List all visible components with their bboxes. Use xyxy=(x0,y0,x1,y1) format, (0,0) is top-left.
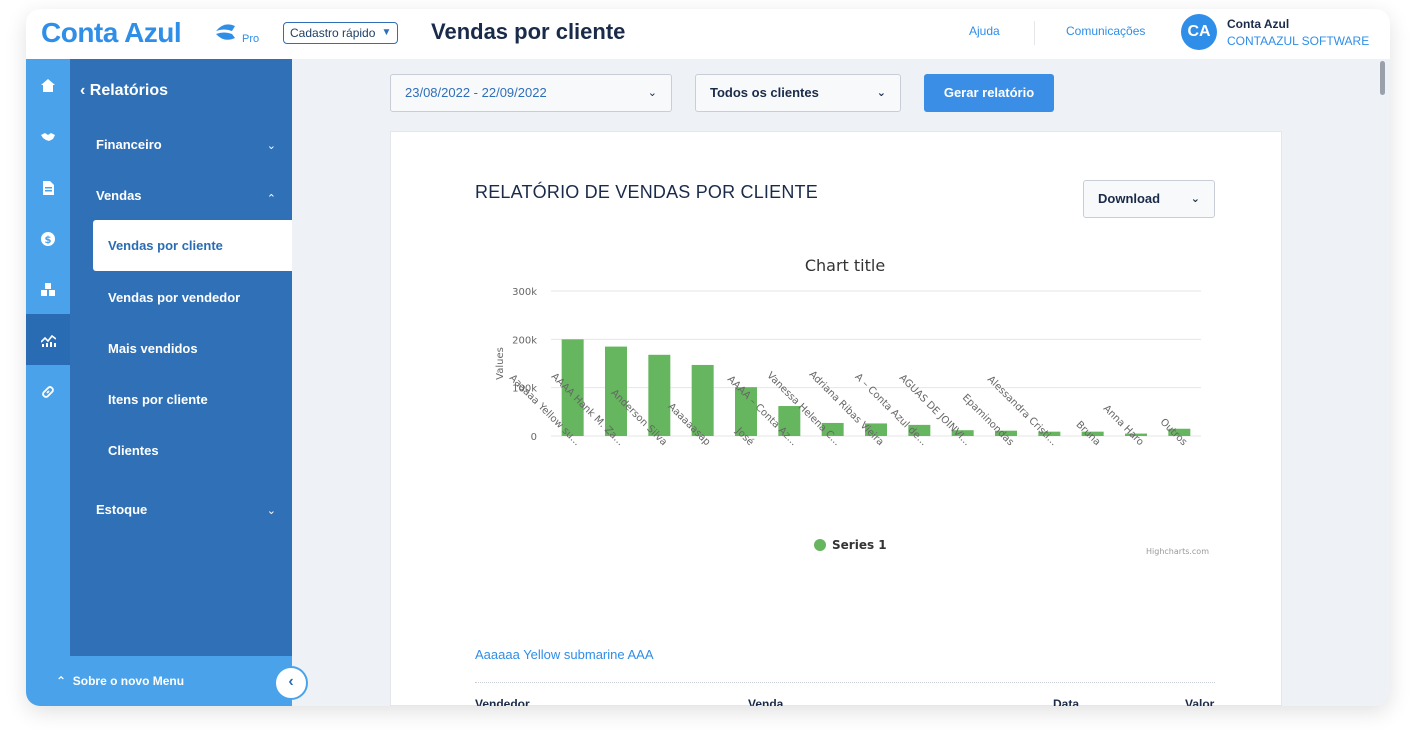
chart-credits: Highcharts.com xyxy=(1146,547,1209,556)
collapse-sidebar-button[interactable]: ‹ xyxy=(274,666,308,700)
link-icon[interactable] xyxy=(26,365,70,416)
y-tick-label: 200k xyxy=(512,335,537,346)
chevron-up-icon: ⌃ xyxy=(266,193,276,205)
client-select[interactable]: Todos os clientes ⌄ xyxy=(695,74,901,112)
user-name[interactable]: Conta Azul xyxy=(1227,17,1289,31)
sidebar-item-financeiro[interactable]: Financeiro xyxy=(96,137,162,152)
divider xyxy=(1034,21,1035,45)
reports-chart-icon[interactable] xyxy=(26,314,70,365)
brand-logo[interactable]: Conta Azul xyxy=(41,17,182,49)
plan-badge: Pro xyxy=(242,33,260,45)
dollar-icon[interactable]: $ xyxy=(26,212,70,263)
sidebar-item-clientes[interactable]: Clientes xyxy=(108,443,159,458)
back-to-reports[interactable]: ‹ Relatórios xyxy=(80,82,168,100)
sidebar-item-vendas[interactable]: Vendas xyxy=(96,188,142,203)
sidebar-item-vendas-por-cliente-label: Vendas por cliente xyxy=(108,238,223,253)
y-tick-label: 300k xyxy=(512,287,537,298)
quick-register-label: Cadastro rápido xyxy=(290,26,376,40)
brand-mark-icon xyxy=(216,24,235,40)
column-header-data[interactable]: Data xyxy=(1053,697,1079,706)
column-header-valor[interactable]: Valor xyxy=(1185,697,1214,706)
communications-link[interactable]: Comunicações xyxy=(1066,24,1145,38)
avatar[interactable]: CA xyxy=(1181,14,1217,50)
sales-by-client-chart: Chart title0100k200k300kValuesAaaaaa Yel… xyxy=(495,256,1209,556)
sidebar-item-vendas-por-vendedor[interactable]: Vendas por vendedor xyxy=(108,290,240,305)
legend-label: Series 1 xyxy=(832,538,887,552)
svg-text:$: $ xyxy=(45,235,52,246)
page-scrollbar[interactable] xyxy=(1380,61,1385,95)
report-title: RELATÓRIO DE VENDAS POR CLIENTE xyxy=(475,182,818,202)
new-menu-bar[interactable]: ⌃ Sobre o novo Menu xyxy=(26,656,292,706)
y-axis-label: Values xyxy=(495,347,506,380)
x-tick-label: Anna Haro xyxy=(1101,403,1146,448)
x-tick-label: AGUAS DE JOINVI... xyxy=(897,373,973,449)
back-label: Relatórios xyxy=(89,82,169,99)
icon-rail: $ xyxy=(26,59,70,656)
report-card: RELATÓRIO DE VENDAS POR CLIENTE Download… xyxy=(390,131,1282,706)
column-header-vendedor[interactable]: Vendedor xyxy=(475,697,530,706)
sidebar: ‹ Relatórios Financeiro ⌄ Vendas ⌃ Venda… xyxy=(70,59,292,656)
client-select-value: Todos os clientes xyxy=(710,85,819,100)
handshake-icon[interactable] xyxy=(26,110,70,161)
date-range-select[interactable]: 23/08/2022 - 22/09/2022 ⌄ xyxy=(390,74,672,112)
sidebar-item-itens-por-cliente[interactable]: Itens por cliente xyxy=(108,392,208,407)
x-tick-label: A – Conta Azul de... xyxy=(852,372,929,449)
sidebar-item-estoque[interactable]: Estoque xyxy=(96,502,147,517)
y-tick-label: 0 xyxy=(531,432,537,443)
help-link[interactable]: Ajuda xyxy=(969,24,1000,38)
chevron-left-icon: ‹ xyxy=(288,673,294,690)
generate-report-button[interactable]: Gerar relatório xyxy=(924,74,1054,112)
divider xyxy=(475,682,1215,683)
sidebar-item-mais-vendidos[interactable]: Mais vendidos xyxy=(108,341,198,356)
download-label: Download xyxy=(1098,191,1161,206)
chevron-down-icon: ⌄ xyxy=(876,87,886,99)
client-group-link[interactable]: Aaaaaa Yellow submarine AAA xyxy=(475,647,654,662)
x-tick-label: Alessandra Cristi... xyxy=(985,374,1059,448)
new-menu-text: Sobre o novo Menu xyxy=(72,674,185,688)
download-dropdown[interactable]: Download ⌄ xyxy=(1083,180,1215,218)
chevron-up-icon: ⌃ xyxy=(56,674,73,688)
boxes-icon[interactable] xyxy=(26,263,70,314)
top-bar: Conta Azul Pro Cadastro rápido ▼ Vendas … xyxy=(26,9,1390,59)
chevron-down-icon: ⌄ xyxy=(266,140,276,152)
document-icon[interactable] xyxy=(26,161,70,212)
quick-register-dropdown[interactable]: Cadastro rápido ▼ xyxy=(283,22,399,44)
user-company[interactable]: CONTAAZUL SOFTWARE xyxy=(1227,34,1369,48)
column-header-venda[interactable]: Venda xyxy=(748,697,783,706)
home-icon[interactable] xyxy=(26,59,70,110)
chevron-down-icon: ⌄ xyxy=(1190,193,1200,205)
chevron-down-icon: ⌄ xyxy=(266,505,276,517)
new-menu-label: ⌃ Sobre o novo Menu xyxy=(56,674,184,688)
chevron-left-icon: ‹ xyxy=(80,82,90,99)
date-range-value: 23/08/2022 - 22/09/2022 xyxy=(405,85,547,100)
chevron-down-icon: ▼ xyxy=(381,27,392,38)
legend-marker xyxy=(814,539,826,551)
chart-title: Chart title xyxy=(805,256,885,275)
chevron-down-icon: ⌄ xyxy=(647,87,657,99)
page-title: Vendas por cliente xyxy=(431,19,626,44)
app-window: Conta Azul Pro Cadastro rápido ▼ Vendas … xyxy=(26,9,1390,706)
